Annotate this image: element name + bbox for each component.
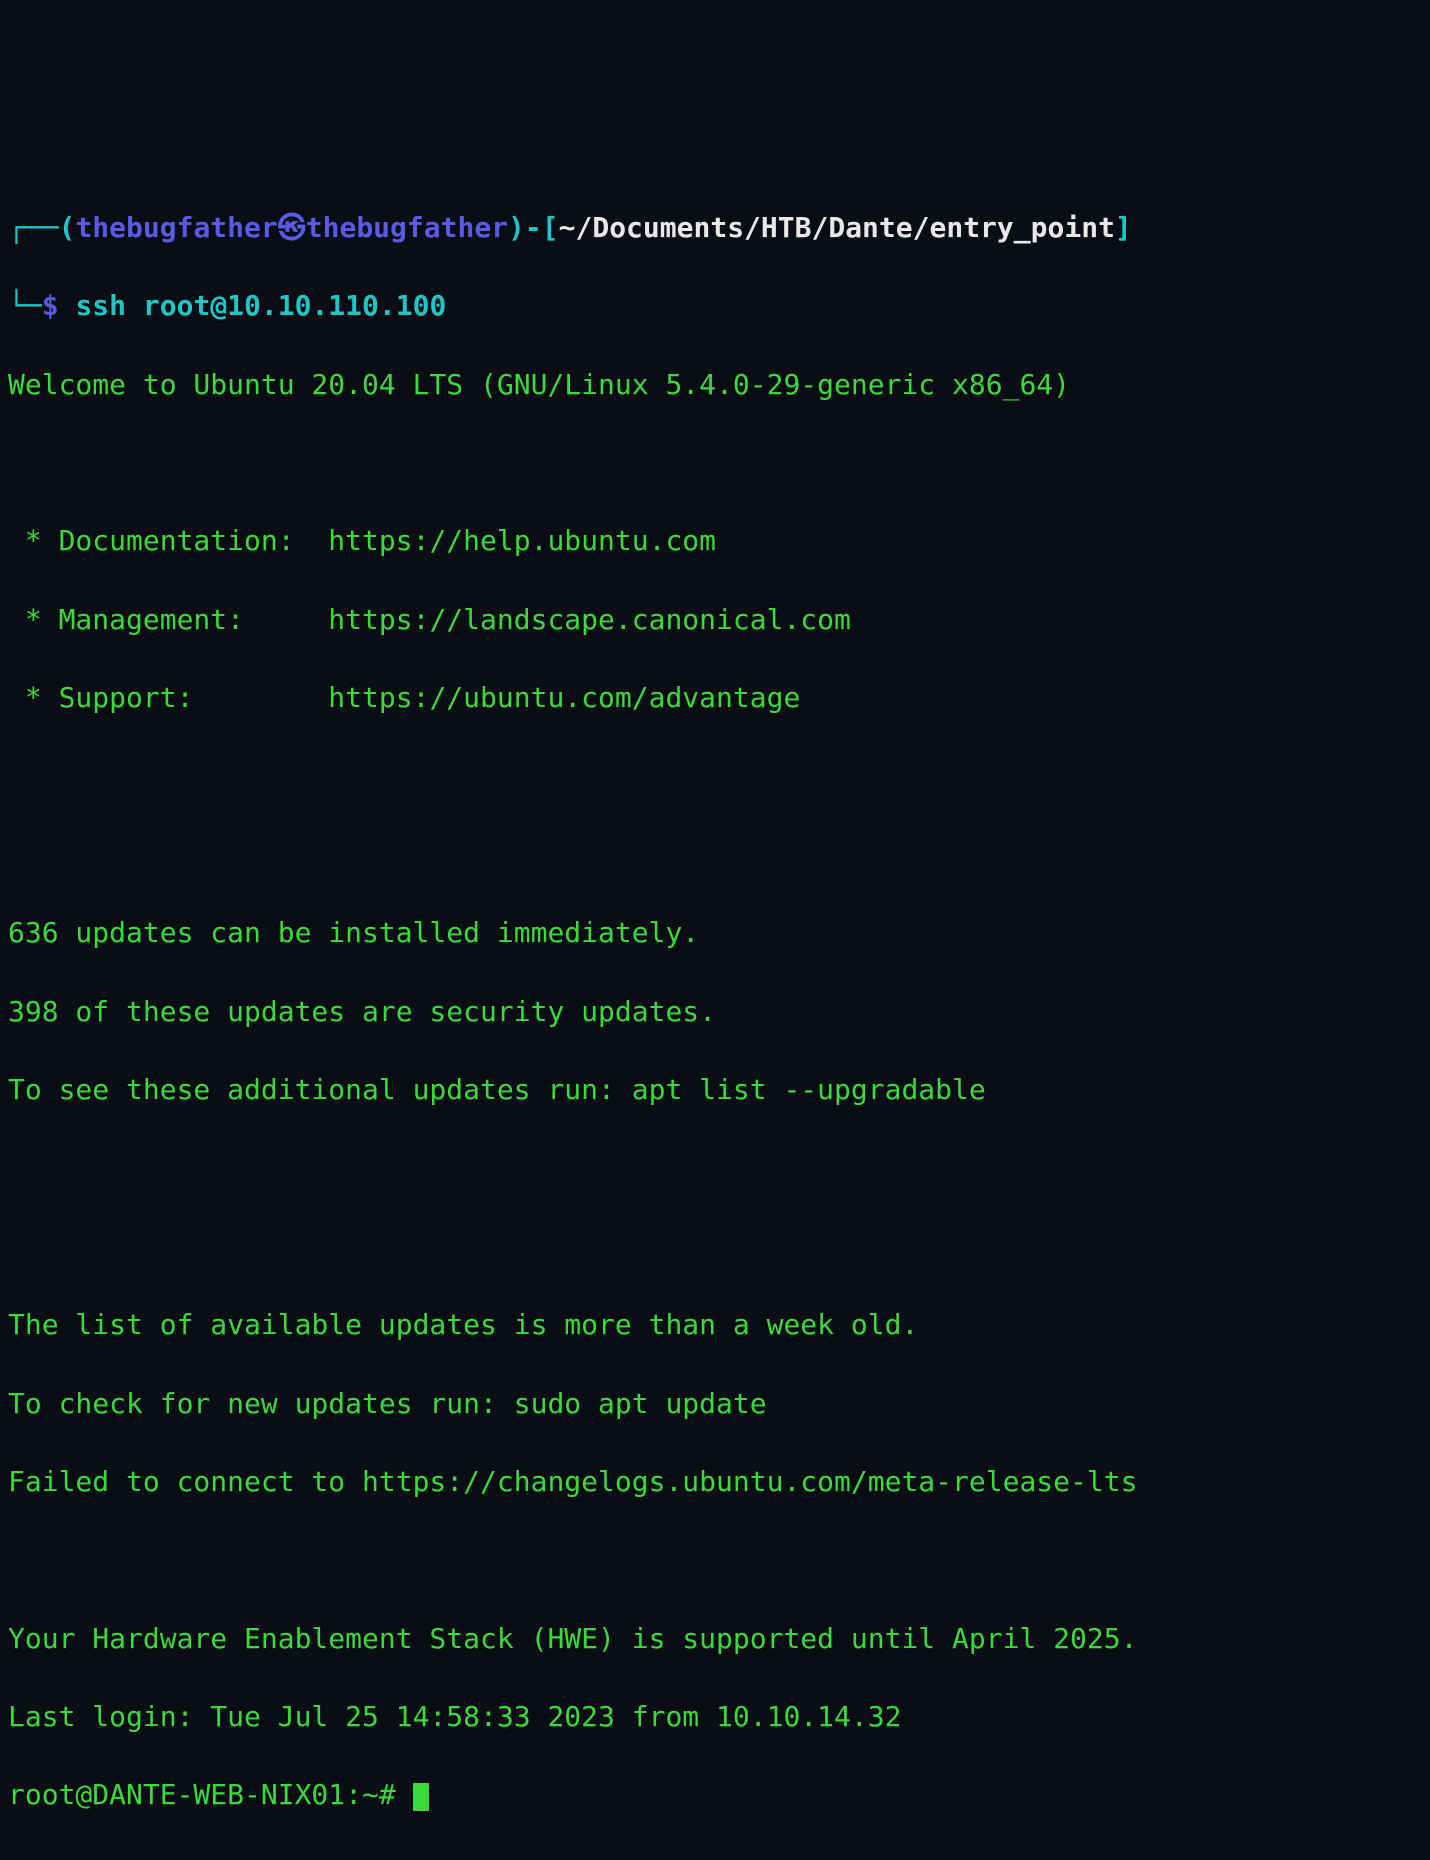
blank: [8, 1540, 1422, 1579]
motd-lastlogin: Last login: Tue Jul 25 14:58:33 2023 fro…: [8, 1697, 1422, 1736]
ps1-user: thebugfather: [75, 211, 277, 244]
ps1-line1: ┌──(thebugfather㉿thebugfather)-[~/Docume…: [8, 208, 1422, 247]
motd-failed: Failed to connect to https://changelogs.…: [8, 1462, 1422, 1501]
motd-updates3: To see these additional updates run: apt…: [8, 1070, 1422, 1109]
blank: [8, 835, 1422, 874]
blank: [8, 757, 1422, 796]
ps1-line2: └─$ ssh root@10.10.110.100: [8, 286, 1422, 325]
motd-stale1: The list of available updates is more th…: [8, 1305, 1422, 1344]
blank: [8, 1227, 1422, 1266]
cursor-icon: [413, 1783, 429, 1811]
terminal[interactable]: ┌──(thebugfather㉿thebugfather)-[~/Docume…: [8, 169, 1422, 1854]
motd-doc: * Documentation: https://help.ubuntu.com: [8, 521, 1422, 560]
motd-stale2: To check for new updates run: sudo apt u…: [8, 1384, 1422, 1423]
command: ssh root@10.10.110.100: [75, 289, 446, 322]
ps1-cwd: ~/Documents/HTB/Dante/entry_point: [559, 211, 1115, 244]
remote-prompt-line[interactable]: root@DANTE-WEB-NIX01:~#: [8, 1775, 1422, 1814]
motd-updates1: 636 updates can be installed immediately…: [8, 913, 1422, 952]
remote-prompt: root@DANTE-WEB-NIX01:~#: [8, 1778, 413, 1811]
motd-support: * Support: https://ubuntu.com/advantage: [8, 678, 1422, 717]
blank: [8, 443, 1422, 482]
motd-updates2: 398 of these updates are security update…: [8, 992, 1422, 1031]
motd-hwe: Your Hardware Enablement Stack (HWE) is …: [8, 1619, 1422, 1658]
motd-mgmt: * Management: https://landscape.canonica…: [8, 600, 1422, 639]
ps1-host: thebugfather: [306, 211, 508, 244]
motd-welcome: Welcome to Ubuntu 20.04 LTS (GNU/Linux 5…: [8, 365, 1422, 404]
blank: [8, 1148, 1422, 1187]
ps1-dollar: $: [42, 289, 59, 322]
skull-icon: ㉿: [278, 208, 306, 247]
